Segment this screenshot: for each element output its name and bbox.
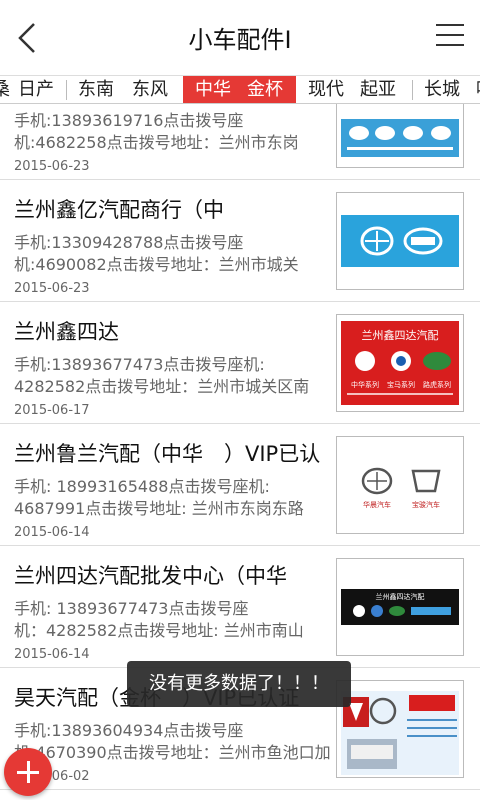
tab-dongfeng[interactable]: 东风 — [132, 76, 168, 103]
thumb-shop-name: 兰州鑫四达汽配 — [376, 592, 425, 601]
thumb-label: 华晨汽车 — [363, 500, 391, 509]
item-title: 兰州鑫四达 — [14, 320, 119, 344]
item-contact-info: 手机:13893604934点击拨号座 机:4670390点击拨号地址：兰州市鱼… — [14, 721, 331, 762]
tab-great-wall[interactable]: 长城 — [424, 76, 460, 103]
tab-nissan[interactable]: 日产 — [18, 76, 54, 103]
tab-partial-right[interactable]: 哈 — [476, 76, 480, 103]
item-title: 兰州鑫亿汽配商行（中 — [14, 198, 224, 222]
item-contact-info: 手机:13893619716点击拨号座 机:4682258点击拨号地址：兰州市东… — [14, 111, 299, 152]
item-thumbnail — [336, 680, 464, 778]
tab-hyundai[interactable]: 现代 — [308, 76, 344, 103]
menu-icon[interactable] — [436, 24, 464, 48]
page-title: 小车配件Ⅰ — [188, 26, 292, 54]
item-thumbnail: 兰州鑫四达汽配 中华系列 宝马系列 路虎系列 — [336, 314, 464, 412]
tab-partial-left[interactable]: 桑 — [0, 76, 10, 103]
list-item[interactable]: 兰州鑫四达 手机:13893677473点击拨号座机: 4282582点击拨号地… — [0, 302, 480, 424]
add-button[interactable] — [4, 748, 52, 796]
brand-tab-bar: 桑 日产 东南 东风 中华 金杯 现代 起亚 长城 哈 — [0, 76, 480, 104]
thumb-label: 路虎系列 — [423, 380, 451, 389]
list-item[interactable]: 手机:13893619716点击拨号座 机:4682258点击拨号地址：兰州市东… — [0, 104, 480, 180]
thumb-label: 宝骏汽车 — [412, 500, 440, 509]
thumb-label: 中华系列 — [351, 380, 379, 389]
tab-divider — [66, 80, 67, 100]
tab-jinbei[interactable]: 金杯 — [247, 76, 283, 103]
thumb-shop-name: 兰州鑫四达汽配 — [362, 328, 439, 342]
app-header: 小车配件Ⅰ — [0, 0, 480, 76]
toast-message: 没有更多数据了！！！ — [127, 661, 351, 707]
list-item[interactable]: 兰州四达汽配批发中心（中华 手机: 13893677473点击拨号座 机：428… — [0, 546, 480, 668]
item-contact-info: 手机:13309428788点击拨号座 机:4690082点击拨号地址：兰州市城… — [14, 233, 299, 274]
list-item[interactable]: 兰州鲁兰汽配（中华 ）VIP已认 手机: 18993165488点击拨号座机: … — [0, 424, 480, 546]
item-thumbnail: 华晨汽车 宝骏汽车 — [336, 436, 464, 534]
thumb-label: 宝马系列 — [387, 380, 415, 389]
tab-active-group[interactable]: 中华 金杯 — [183, 76, 296, 103]
tab-zhonghua[interactable]: 中华 — [195, 76, 231, 103]
tab-kia[interactable]: 起亚 — [360, 76, 396, 103]
item-date: 2015-06-23 — [14, 159, 90, 174]
item-thumbnail: 兰州鑫四达汽配 — [336, 558, 464, 656]
tab-southeast[interactable]: 东南 — [78, 76, 114, 103]
tab-divider — [412, 80, 413, 100]
list-item[interactable]: 兰州鑫亿汽配商行（中 手机:13309428788点击拨号座 机:4690082… — [0, 180, 480, 302]
item-contact-info: 手机: 18993165488点击拨号座机: 4687991点击拨号地址: 兰州… — [14, 477, 304, 518]
item-contact-info: 手机:13893677473点击拨号座机: 4282582点击拨号地址：兰州市城… — [14, 355, 310, 396]
item-date: 2015-06-17 — [14, 403, 90, 418]
item-thumbnail — [336, 104, 464, 168]
item-date: 2015-06-14 — [14, 525, 90, 540]
item-date: 2015-06-14 — [14, 647, 90, 662]
item-thumbnail — [336, 192, 464, 290]
item-title: 兰州四达汽配批发中心（中华 — [14, 564, 287, 588]
item-title: 兰州鲁兰汽配（中华 ）VIP已认 — [14, 442, 321, 466]
item-contact-info: 手机: 13893677473点击拨号座 机：4282582点击拨号地址: 兰州… — [14, 599, 304, 640]
item-date: 2015-06-23 — [14, 281, 90, 296]
